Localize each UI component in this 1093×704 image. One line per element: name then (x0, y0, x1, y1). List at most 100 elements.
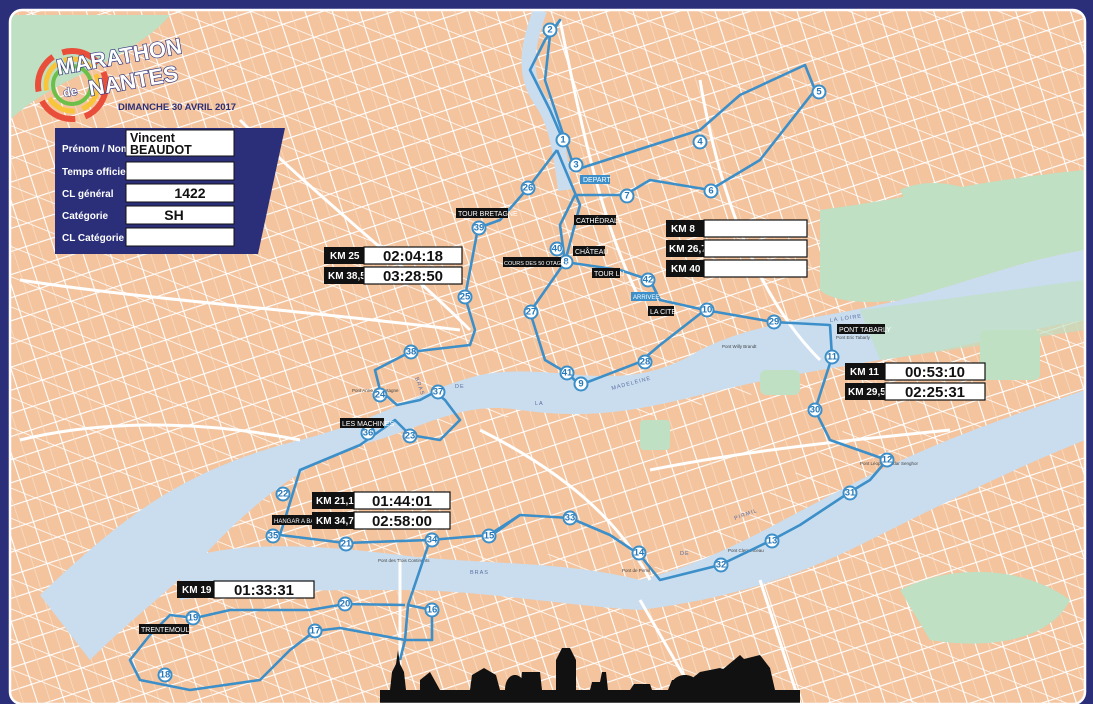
svg-text:36: 36 (363, 428, 374, 439)
km-marker-6: 6 (703, 183, 719, 199)
svg-text:TOUR LU: TOUR LU (594, 271, 625, 278)
marathon-map: LA LOIRE MADELEINE DE LA BRAS DE PIRMIL … (8, 8, 1087, 704)
svg-text:KM 40: KM 40 (671, 264, 701, 275)
place-la-cite: LA CITE (648, 306, 676, 316)
svg-text:30: 30 (810, 405, 821, 416)
svg-text:CATHÉDRALE: CATHÉDRALE (576, 216, 623, 225)
svg-text:10: 10 (702, 305, 713, 316)
svg-text:40: 40 (552, 244, 563, 255)
svg-text:00:53:10: 00:53:10 (905, 364, 965, 381)
card-label-category: Catégorie (62, 211, 109, 222)
km-marker-33: 33 (562, 510, 578, 526)
svg-text:LA CITE: LA CITE (650, 309, 676, 316)
svg-text:ARRIVEE: ARRIVEE (633, 295, 659, 301)
svg-text:20: 20 (340, 599, 351, 610)
svg-text:32: 32 (716, 560, 727, 571)
svg-text:COURS DES 50 OTAGES: COURS DES 50 OTAGES (504, 261, 569, 267)
svg-text:02:04:18: 02:04:18 (383, 248, 443, 265)
svg-text:3: 3 (573, 160, 578, 171)
svg-text:PONT TABARLY: PONT TABARLY (839, 327, 891, 334)
svg-text:39: 39 (474, 223, 485, 234)
svg-text:5: 5 (816, 87, 822, 98)
km-marker-21: 21 (338, 536, 354, 552)
split-km34: KM 34,7 02:58:00 (312, 511, 451, 530)
split-km19: KM 19 01:33:31 (177, 580, 315, 599)
split-km25: KM 25 02:04:18 (324, 246, 463, 265)
km-marker-27: 27 (523, 304, 539, 320)
svg-text:18: 18 (160, 670, 171, 681)
svg-text:35: 35 (268, 531, 279, 542)
svg-text:1: 1 (560, 135, 566, 146)
place-cours-otages: COURS DES 50 OTAGES (503, 257, 569, 267)
svg-text:7: 7 (624, 191, 629, 202)
svg-text:22: 22 (278, 489, 289, 500)
km-marker-31: 31 (842, 485, 858, 501)
km-marker-30: 30 (807, 402, 823, 418)
svg-text:23: 23 (405, 431, 416, 442)
km-marker-3: 3 (568, 157, 584, 173)
place-cathedrale: CATHÉDRALE (574, 215, 623, 225)
label-pont-pirmil: Pont de Pirmil (622, 568, 650, 573)
svg-text:12: 12 (882, 455, 893, 466)
km-marker-2: 2 (542, 22, 558, 38)
svg-text:KM 8: KM 8 (671, 224, 695, 235)
svg-text:TRENTEMOULT: TRENTEMOULT (141, 627, 194, 634)
svg-text:LES MACHINES: LES MACHINES (342, 421, 394, 428)
svg-text:11: 11 (827, 352, 838, 363)
svg-text:TOUR BRETAGNE: TOUR BRETAGNE (458, 211, 518, 218)
label-bras-bottom: BRAS (470, 570, 489, 576)
km-marker-35: 35 (265, 528, 281, 544)
km-marker-16: 16 (424, 602, 440, 618)
km-marker-40: 40 (549, 241, 565, 257)
svg-text:41: 41 (562, 368, 573, 379)
svg-text:01:33:31: 01:33:31 (234, 582, 294, 599)
km-marker-42: 42 (640, 272, 656, 288)
card-label-time: Temps officiel (62, 167, 129, 178)
km-marker-18: 18 (157, 667, 173, 683)
label-de: DE (455, 384, 465, 390)
km-marker-37: 37 (430, 384, 446, 400)
km-marker-12: 12 (879, 452, 895, 468)
km-marker-5: 5 (811, 84, 827, 100)
place-chateau: CHÂTEAU (573, 246, 608, 256)
split-km38: KM 38,5 03:28:50 (324, 266, 463, 285)
svg-text:42: 42 (643, 275, 654, 286)
svg-text:19: 19 (188, 613, 199, 624)
svg-text:03:28:50: 03:28:50 (383, 268, 443, 285)
svg-text:CHÂTEAU: CHÂTEAU (575, 247, 608, 256)
svg-text:27: 27 (526, 307, 537, 318)
km-marker-14: 14 (631, 545, 647, 561)
logo-de: de (62, 84, 79, 100)
km-marker-13: 13 (764, 533, 780, 549)
svg-text:25: 25 (460, 292, 471, 303)
svg-text:24: 24 (375, 390, 386, 401)
card-label-rank: CL général (62, 189, 114, 200)
label-pont-willy: Pont Willy Brandt (722, 344, 757, 349)
svg-text:29: 29 (769, 317, 780, 328)
card-label-cat-rank: CL Catégorie (62, 233, 124, 244)
km-marker-28: 28 (637, 354, 653, 370)
km-marker-15: 15 (481, 528, 497, 544)
km-marker-10: 10 (699, 302, 715, 318)
km-marker-39: 39 (471, 220, 487, 236)
card-value-lastname: BEAUDOT (130, 143, 192, 157)
place-tour-lu: TOUR LU (592, 268, 625, 278)
svg-text:01:44:01: 01:44:01 (372, 493, 432, 510)
place-depart: DEPART (580, 175, 611, 184)
svg-text:KM 11: KM 11 (850, 367, 879, 378)
km-marker-29: 29 (766, 314, 782, 330)
svg-text:KM 29,5: KM 29,5 (848, 387, 886, 398)
svg-text:21: 21 (341, 539, 352, 550)
split-km40: KM 40 (666, 259, 808, 278)
svg-text:KM 26,7: KM 26,7 (669, 244, 707, 255)
svg-text:4: 4 (697, 137, 703, 148)
svg-text:KM 19: KM 19 (182, 585, 212, 596)
km-marker-20: 20 (337, 596, 353, 612)
card-value-rank: 1422 (174, 185, 205, 201)
split-km29: KM 29,5 02:25:31 (845, 382, 986, 401)
km-marker-24: 24 (372, 387, 388, 403)
label-la: LA (535, 401, 544, 407)
svg-text:14: 14 (634, 548, 645, 559)
label-de2: DE (680, 551, 690, 557)
label-pont-eric: Pont Eric Tabarly (836, 335, 871, 340)
